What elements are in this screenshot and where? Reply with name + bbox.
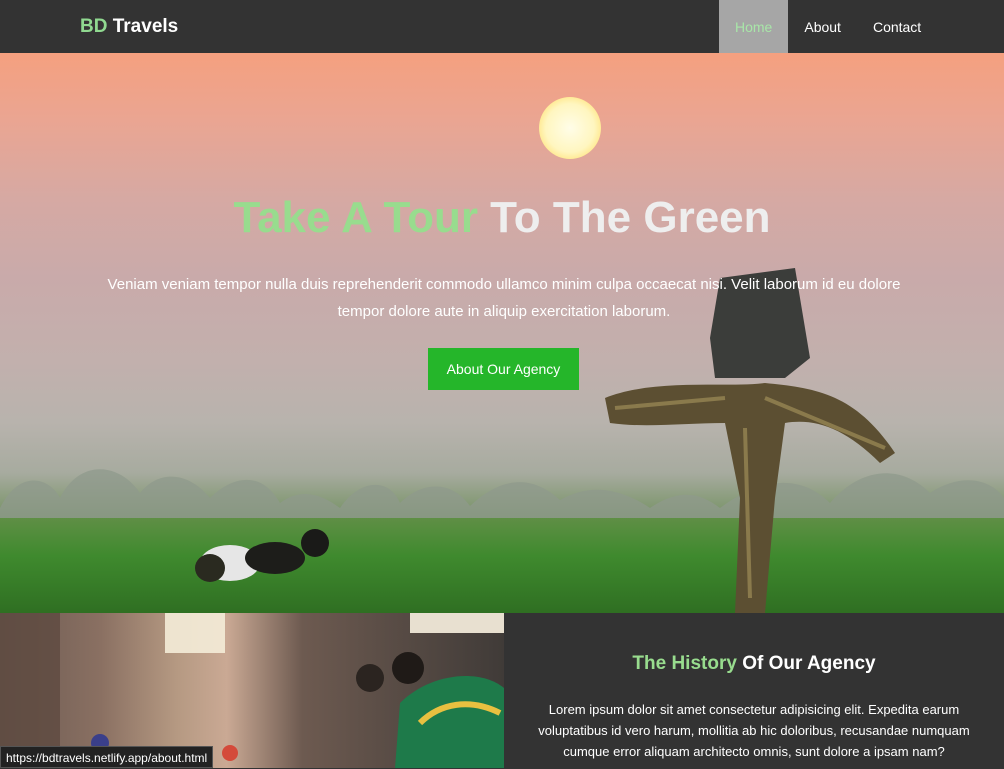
history-title-highlight: The History [632, 653, 737, 674]
sun-image [539, 97, 601, 159]
nav-item-about[interactable]: About [788, 0, 857, 53]
brand-logo[interactable]: BD Travels [80, 0, 178, 53]
history-title: The History Of Our Agency [504, 653, 1004, 675]
hero-title-highlight: Take A Tour [233, 193, 478, 242]
history-description: Lorem ipsum dolor sit amet consectetur a… [538, 702, 970, 759]
nav-item-contact[interactable]: Contact [857, 0, 937, 53]
farmer-figure [195, 529, 329, 582]
about-agency-button[interactable]: About Our Agency [428, 348, 579, 390]
brand-rest: Travels [107, 16, 179, 37]
history-title-rest: Of Our Agency [736, 653, 876, 674]
navbar: BD Travels Home About Contact [0, 0, 1004, 53]
status-bar-url: https://bdtravels.netlify.app/about.html [0, 746, 214, 768]
hero-title-rest: To The Green [477, 193, 771, 242]
nav-item-home[interactable]: Home [719, 0, 789, 53]
hero-section: Take A Tour To The Green Veniam veniam t… [0, 53, 1004, 613]
brand-highlight: BD [80, 16, 108, 37]
nav-menu: Home About Contact [719, 0, 937, 53]
history-section: The History Of Our Agency Lorem ipsum do… [504, 613, 1004, 768]
hero-description: Veniam veniam tempor nulla duis reprehen… [107, 276, 901, 320]
hero-title: Take A Tour To The Green [0, 193, 1004, 243]
street-scene-illustration [0, 613, 504, 768]
street-rickshaw-image [0, 613, 504, 768]
